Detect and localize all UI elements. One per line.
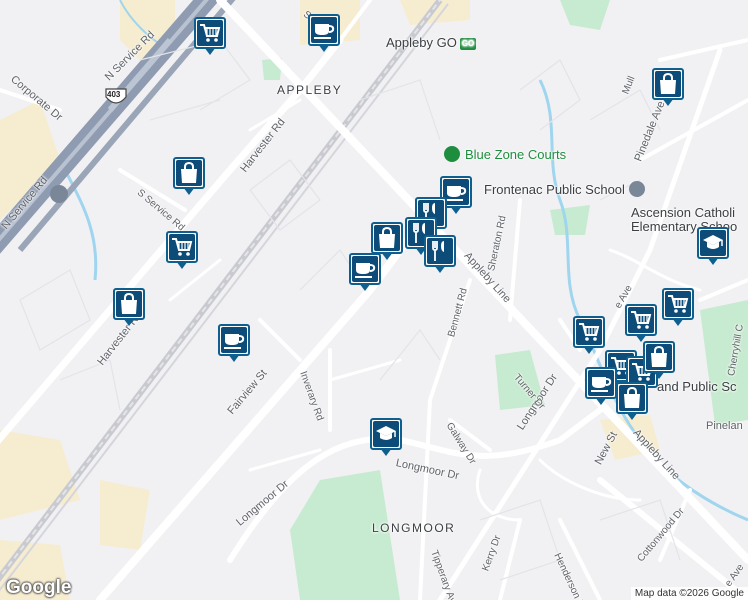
map-marker-school[interactable] [370,418,406,462]
map-marker-school[interactable] [697,227,733,271]
go-transit-icon: GO [459,38,477,50]
shopping-cart-icon [628,307,654,333]
school-icon [373,421,399,447]
coffee-cup-icon [311,17,337,43]
school-pin-icon [628,181,645,197]
map-marker-shopping-bag[interactable] [173,157,209,201]
shopping-bag-icon [619,385,645,411]
shopping-bag-icon [176,160,202,186]
area-label-longmoor: LONGMOOR [372,521,456,535]
shopping-bag-icon [116,291,142,317]
map-marker-shopping-cart[interactable] [166,231,202,275]
highway-403-shield: 403 [104,87,128,112]
area-label-appleby: APPLEBY [277,83,343,97]
park-pin-icon [444,146,460,162]
restaurant-icon [427,238,453,264]
shopping-cart-icon [576,319,602,345]
school-pin-icon-left[interactable] [50,185,68,203]
shopping-cart-icon [169,234,195,260]
poi-blue-zone-courts[interactable]: Blue Zone Courts [444,146,566,162]
road-label-pinelands[interactable]: Pinelan [706,420,743,432]
poi-frontenac-label: Frontenac Public School [484,182,625,197]
poi-frontenac-public-school[interactable]: Frontenac Public School [484,181,650,197]
map-marker-coffee-cup[interactable] [218,324,254,368]
map-marker-shopping-bag[interactable] [652,68,688,112]
map-marker-shopping-cart[interactable] [194,17,230,61]
map-marker-shopping-bag[interactable] [643,341,679,385]
school-icon [700,230,726,256]
shopping-bag-icon [646,344,672,370]
map-canvas[interactable]: 403 APPLEBY LONGMOOR N Service Rd Corpor… [0,0,748,600]
map-marker-restaurant[interactable] [424,235,460,279]
map-marker-shopping-cart[interactable] [573,316,609,360]
map-marker-shopping-bag[interactable] [616,382,652,426]
shopping-cart-icon [197,20,223,46]
map-marker-coffee-cup[interactable] [308,14,344,58]
poi-appleby-go[interactable]: Appleby GO GO [386,35,477,50]
map-marker-shopping-cart[interactable] [662,288,698,332]
coffee-cup-icon [221,327,247,353]
poi-appleby-go-label: Appleby GO [386,35,457,50]
map-marker-shopping-bag[interactable] [371,222,407,266]
poi-ascension-line1: Ascension Catholi [631,205,736,220]
shopping-cart-icon [665,291,691,317]
shopping-bag-icon [374,225,400,251]
map-marker-shopping-bag[interactable] [113,288,149,332]
shopping-bag-icon [655,71,681,97]
coffee-cup-icon [588,370,614,396]
poi-blue-zone-courts-label: Blue Zone Courts [465,147,567,162]
highway-shield-label: 403 [107,90,121,99]
map-attribution[interactable]: Map data ©2026 Google [630,587,748,600]
google-logo[interactable]: Google [6,577,71,599]
